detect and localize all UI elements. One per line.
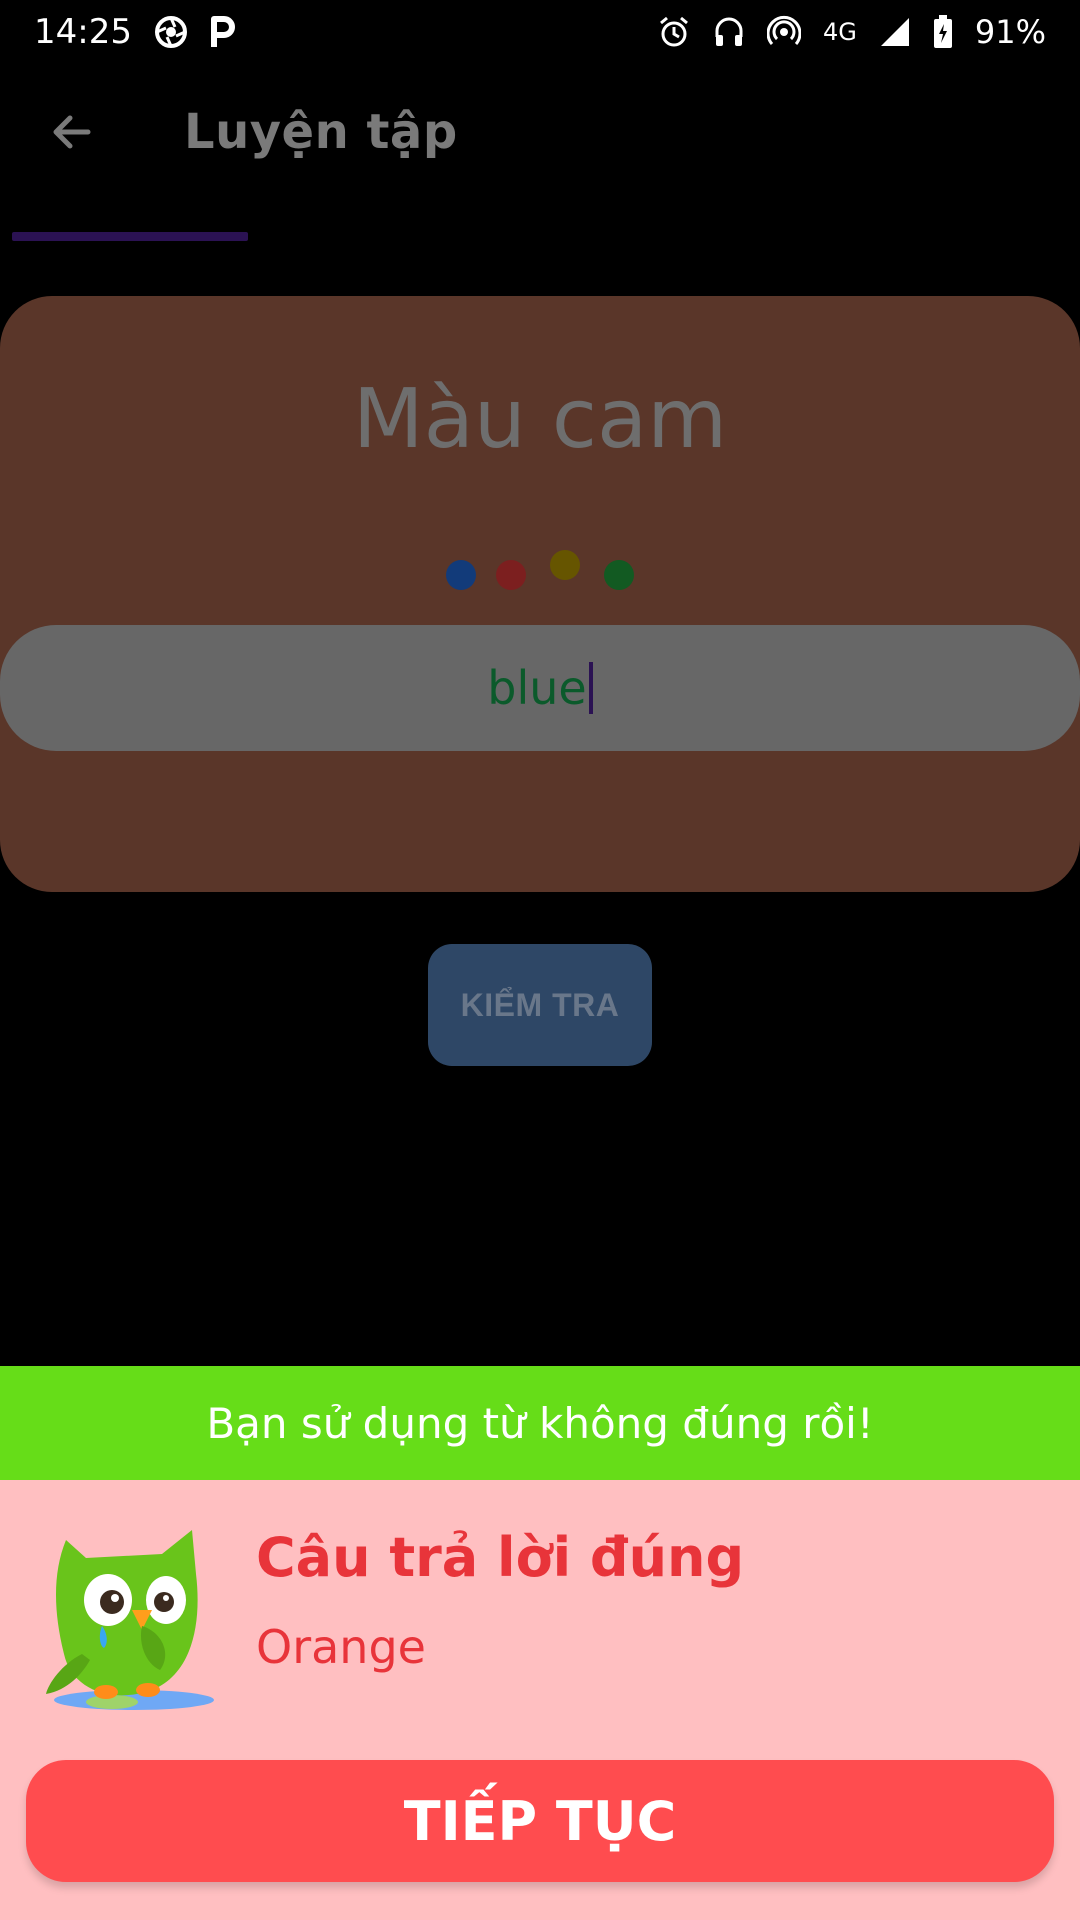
dot-blue: [446, 560, 476, 590]
battery-percent: 91%: [974, 13, 1046, 51]
app-bar: Luyện tập: [0, 64, 1080, 204]
sad-owl-mascot-icon: [42, 1514, 218, 1714]
answer-input-value: blue: [487, 661, 587, 715]
question-word: Màu cam: [352, 372, 728, 467]
p-icon: [210, 15, 236, 49]
status-bar-right: 4G 91%: [657, 13, 1046, 51]
battery-icon: [933, 15, 953, 49]
status-bar: 14:25 4G 91%: [0, 0, 1080, 64]
question-card: Màu cam blue: [0, 296, 1080, 892]
continue-button[interactable]: TIẾP TỤC: [26, 1760, 1054, 1882]
arrow-left-icon: [48, 108, 96, 161]
check-button[interactable]: KIỂM TRA: [428, 944, 652, 1066]
hotspot-icon: [767, 15, 801, 49]
dot-red: [496, 560, 526, 590]
status-bar-left: 14:25: [34, 12, 236, 52]
signal-icon: [879, 16, 911, 48]
alarm-icon: [657, 15, 691, 49]
dot-yellow: [550, 550, 580, 580]
text-caret: [588, 662, 593, 714]
color-dots: [446, 550, 646, 590]
answer-input[interactable]: blue: [0, 625, 1080, 751]
status-time: 14:25: [34, 12, 132, 52]
aperture-icon: [154, 15, 188, 49]
back-button[interactable]: [42, 104, 102, 164]
feedback-banner: Bạn sử dụng từ không đúng rồi!: [0, 1366, 1080, 1480]
lesson-progress-bar: [12, 232, 248, 241]
feedback-sheet: Câu trả lời đúng Orange TIẾP TỤC: [0, 1480, 1080, 1920]
dot-green: [604, 560, 634, 590]
headset-icon: [713, 15, 745, 49]
network-type: 4G: [823, 18, 857, 46]
page-title: Luyện tập: [184, 104, 458, 160]
correct-answer-text: Orange: [256, 1620, 426, 1674]
correct-answer-title: Câu trả lời đúng: [256, 1526, 745, 1589]
